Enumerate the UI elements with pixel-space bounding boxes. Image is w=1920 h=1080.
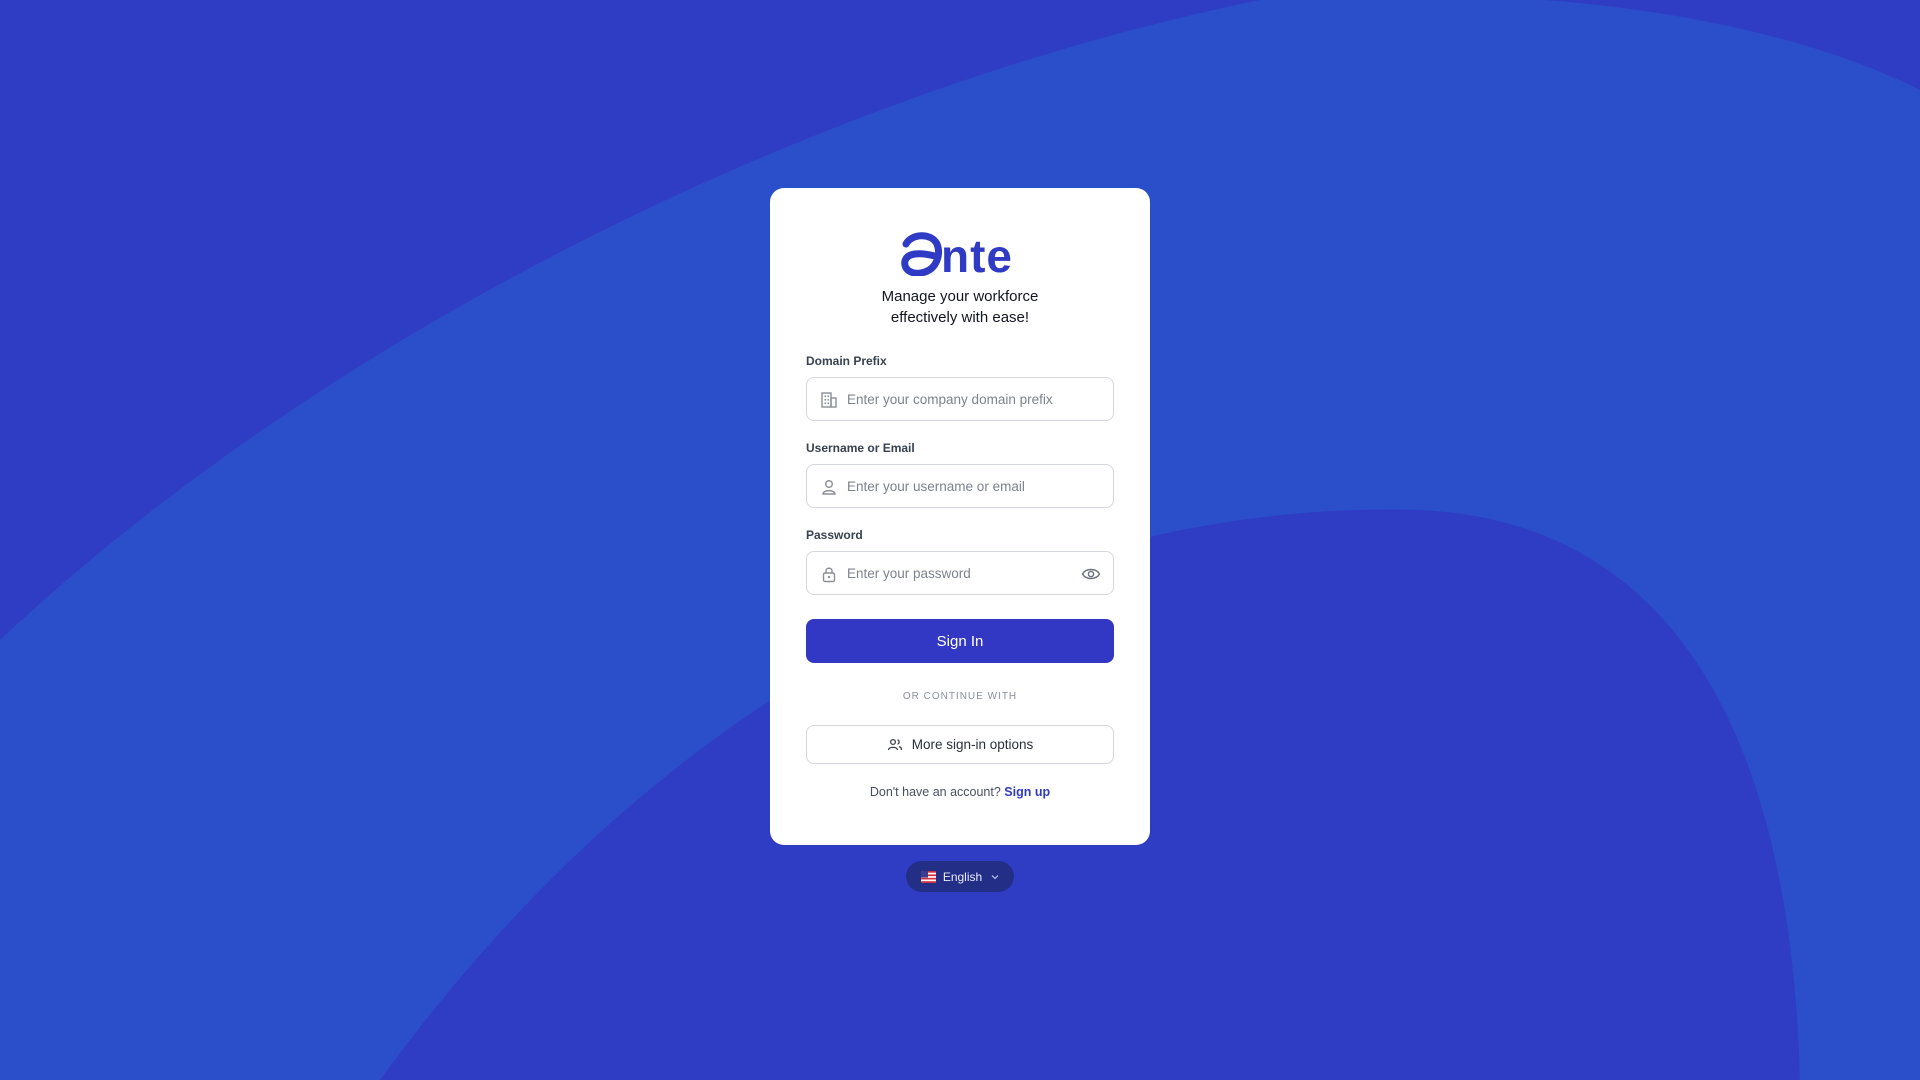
user-icon [822,480,836,495]
language-selector[interactable]: English [906,861,1014,892]
signup-row: Don't have an account? Sign up [806,785,1114,799]
domain-prefix-field[interactable] [806,377,1114,421]
login-card: nte Manage your workforce effectively wi… [770,188,1150,845]
ante-logo: nte [901,230,1013,276]
sign-up-link[interactable]: Sign up [1004,785,1050,799]
building-icon [821,392,837,408]
lock-icon [822,567,836,583]
us-flag-icon [920,870,936,883]
username-label: Username or Email [806,441,915,455]
sign-in-button[interactable]: Sign In [806,619,1114,663]
tagline-line-1: Manage your workforce [881,288,1039,305]
signup-prompt: Don't have an account? [869,785,1001,799]
password-field[interactable] [806,551,1114,595]
users-icon [887,738,902,750]
more-sign-in-options-button[interactable]: More sign-in options [806,725,1114,764]
more-sign-in-options-label: More sign-in options [911,737,1034,752]
tagline-line-2: effectively with ease! [890,309,1030,326]
username-input[interactable] [847,465,1077,507]
eye-icon[interactable] [1081,565,1101,583]
tagline: Manage your workforce effectively with e… [806,286,1114,328]
domain-prefix-label: Domain Prefix [806,354,887,368]
password-label: Password [806,528,863,542]
password-input[interactable] [847,552,1077,594]
username-field[interactable] [806,464,1114,508]
chevron-down-icon [991,874,999,879]
or-continue-with-divider: OR CONTINUE WITH [902,691,1018,702]
domain-prefix-input[interactable] [847,378,1077,420]
language-label: English [942,869,983,884]
svg-text:nte: nte [941,230,1013,276]
